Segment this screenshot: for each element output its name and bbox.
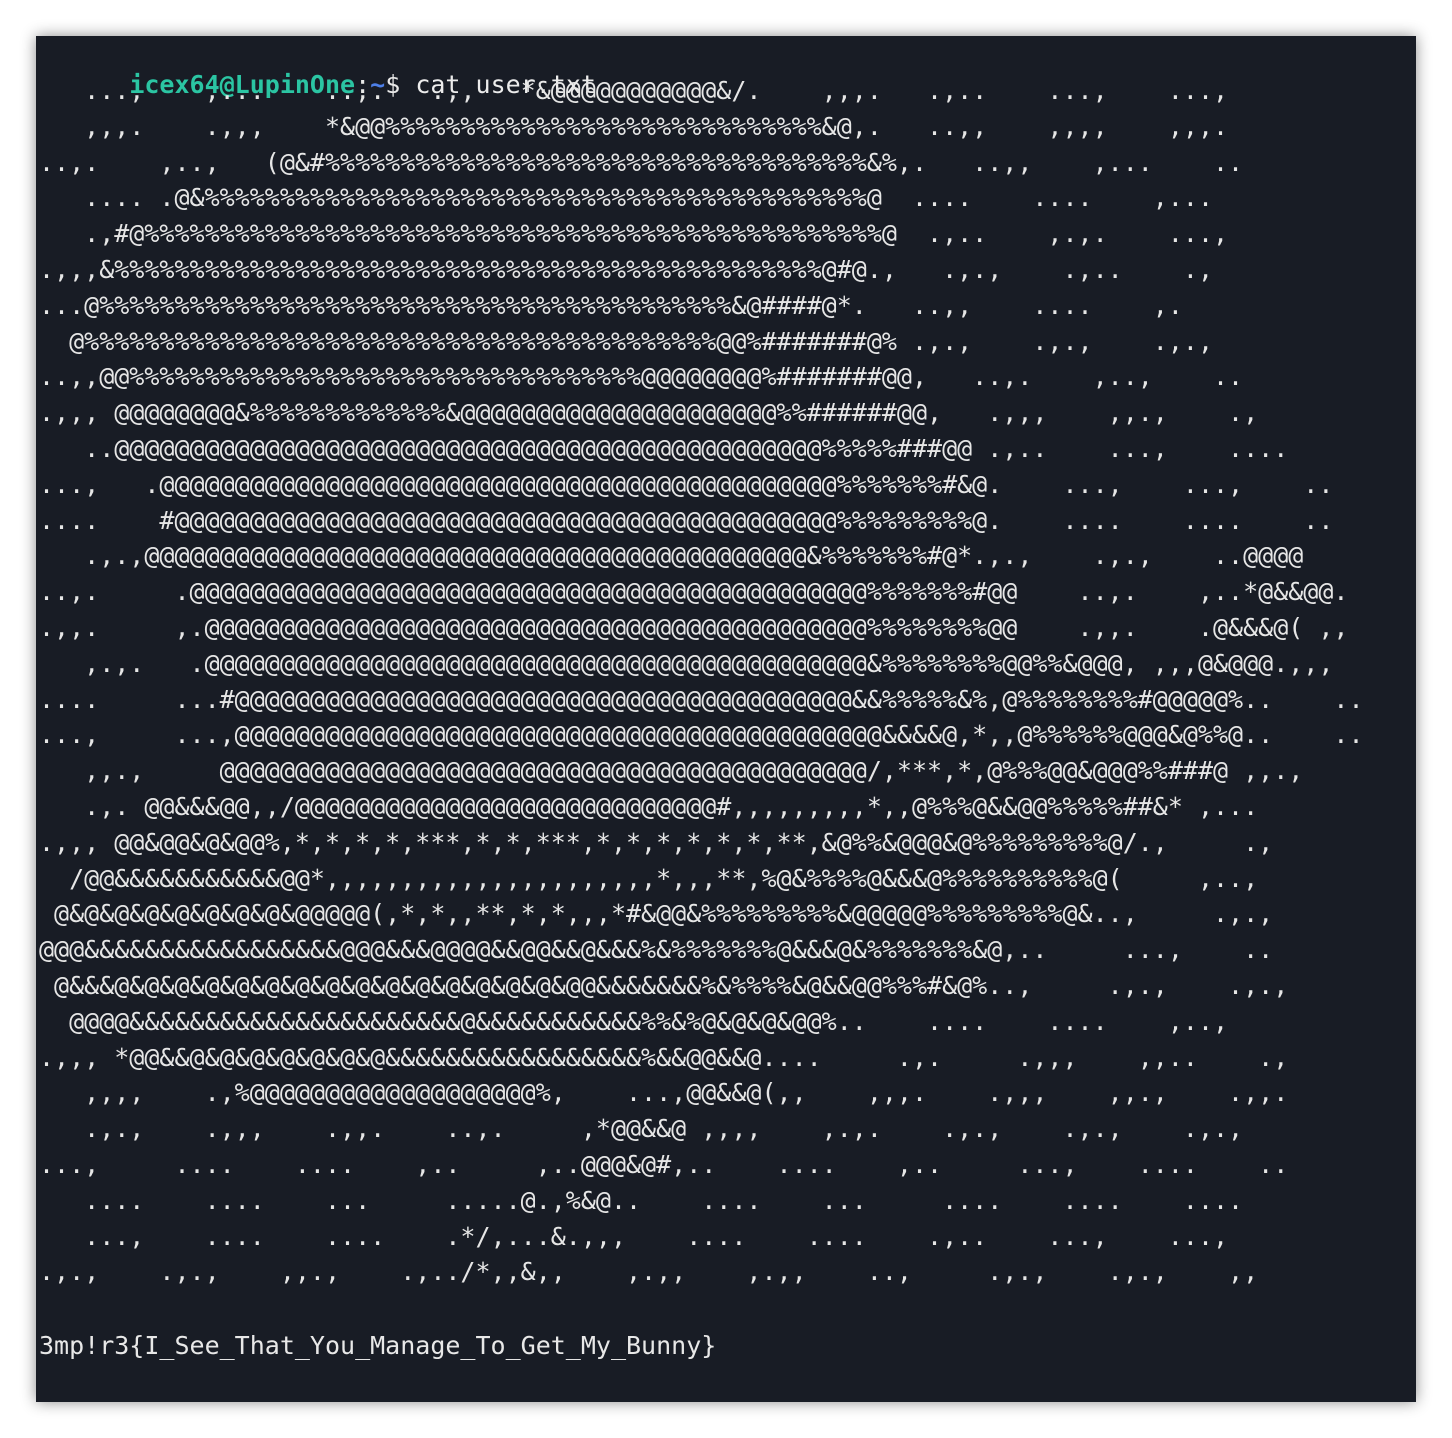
ascii-art-line: ..., .... .... .*/,...&.,,, .... .... .,… [39, 1221, 1229, 1251]
ascii-art-line: /@@&&&&&&&&&&&@@*,,,,,,,,,,,,,,,,,,,,,,*… [39, 863, 1259, 893]
ascii-art-line: .,. @@&&&@@,,/@@@@@@@@@@@@@@@@@@@@@@@@@@… [39, 792, 1259, 821]
ascii-art-line: @@@&&&&&&&&&&&&&&&&&@@@&&&@@@@&&@@&&@&&&… [39, 935, 1274, 965]
prompt-user-host: icex64@LupinOne [129, 1401, 355, 1402]
ascii-art-line: .,,, @@@@@@@@&%%%%%%%%%%%%%&@@@@@@@@@@@@… [39, 398, 1259, 428]
ascii-art-line: ,.,. .@@@@@@@@@@@@@@@@@@@@@@@@@@@@@@@@@@… [39, 648, 1334, 678]
ascii-art-line: ..., .@@@@@@@@@@@@@@@@@@@@@@@@@@@@@@@@@@… [39, 469, 1334, 499]
ascii-art-line: ,,,, .,%@@@@@@@@@@@@@@@@@@@%, ...,@@&&@(… [39, 1078, 1289, 1108]
terminal-window[interactable]: icex64@LupinOne:~$ cat user.txt ..., ,..… [36, 36, 1416, 1402]
ascii-art-line: ..,. ,.., (@&#%%%%%%%%%%%%%%%%%%%%%%%%%%… [39, 147, 1244, 177]
prompt-symbol: $ [385, 1401, 415, 1402]
ascii-art-line: @%%%%%%%%%%%%%%%%%%%%%%%%%%%%%%%%%%%%%%%… [39, 326, 1213, 356]
ascii-art-line: .... .@&%%%%%%%%%%%%%%%%%%%%%%%%%%%%%%%%… [39, 183, 1213, 213]
ascii-art-line: ..., ...,@@@@@@@@@@@@@@@@@@@@@@@@@@@@@@@… [39, 720, 1364, 750]
ascii-art-line: .,#@%%%%%%%%%%%%%%%%%%%%%%%%%%%%%%%%%%%%… [39, 219, 1229, 249]
ascii-art-line: ..., .... .... ,.. ,..@@@&@#,.. .... ,..… [39, 1150, 1289, 1179]
terminal-output: icex64@LupinOne:~$ cat user.txt ..., ,..… [39, 36, 1416, 1402]
ascii-art-line: ...@%%%%%%%%%%%%%%%%%%%%%%%%%%%%%%%%%%%%… [39, 290, 1183, 320]
prompt-path: ~ [370, 1401, 385, 1402]
ascii-art-line: .,., .,,, .,,. ..,. ,*@@&&@ ,,,, ,.,. .,… [39, 1114, 1244, 1144]
ascii-art-line: .,,. ,.@@@@@@@@@@@@@@@@@@@@@@@@@@@@@@@@@… [39, 613, 1349, 642]
ascii-art-line: .,,,&%%%%%%%%%%%%%%%%%%%%%%%%%%%%%%%%%%%… [39, 255, 1213, 284]
ascii-art-line: .... #@@@@@@@@@@@@@@@@@@@@@@@@@@@@@@@@@@… [39, 505, 1334, 535]
active-prompt-line[interactable]: icex64@LupinOne:~$ [39, 1365, 433, 1402]
ascii-art-line: ,,., @@@@@@@@@@@@@@@@@@@@@@@@@@@@@@@@@@@… [39, 756, 1304, 786]
command-prompt-line: icex64@LupinOne:~$ cat user.txt [39, 36, 596, 99]
ascii-art-line: .... .... ... .....@.,%&@.. .... ... ...… [39, 1185, 1244, 1215]
ascii-art-line: ..., ,... ..,. .,, *&@@@@@@@@@@@&/. ,,,.… [39, 76, 1229, 105]
ascii-art-line: ,,,. .,,, *&@@%%%%%%%%%%%%%%%%%%%%%%%%%%… [39, 111, 1229, 141]
ascii-art-line: .,., .,., ,,., .,../*,,&,, ,.,, ,.,, ..,… [39, 1257, 1259, 1287]
prompt-separator: : [355, 1401, 370, 1402]
ascii-art-line: .,,, *@@&&@&@&@&@&@&@&@&&&&&&&&&&&&&&&&&… [39, 1042, 1289, 1072]
ascii-art-line: .,,, @@&@@&@&@@%,*,*,*,*,***,*,*,***,*,*… [39, 827, 1274, 857]
ascii-art-line: ..,,@@%%%%%%%%%%%%%%%%%%%%%%%%%%%%%%%%%%… [39, 362, 1244, 392]
flag-output-line: 3mp!r3{I_See_That_You_Manage_To_Get_My_B… [39, 1331, 717, 1360]
ascii-art-line: @&@&@&@&@&@&@&@&@@@@@(,*,*,,**,*,*,,,*#&… [39, 899, 1274, 929]
ascii-art-line: @@@@&&&&&&&&&&&&&&&&&&&&&&@&&&&&&&&&&&%%… [39, 1006, 1229, 1036]
ascii-art-line: .,.,@@@@@@@@@@@@@@@@@@@@@@@@@@@@@@@@@@@@… [39, 541, 1304, 571]
ascii-art-line: ..,. .@@@@@@@@@@@@@@@@@@@@@@@@@@@@@@@@@@… [39, 577, 1349, 607]
ascii-art-line: .... ...#@@@@@@@@@@@@@@@@@@@@@@@@@@@@@@@… [39, 684, 1364, 714]
ascii-art-line: @&&&@&@&@&@&@&@&@&@&@&@&@&@&@&@&@&@@&&&&… [39, 971, 1289, 1000]
ascii-art-line: ..@@@@@@@@@@@@@@@@@@@@@@@@@@@@@@@@@@@@@@… [39, 434, 1289, 463]
